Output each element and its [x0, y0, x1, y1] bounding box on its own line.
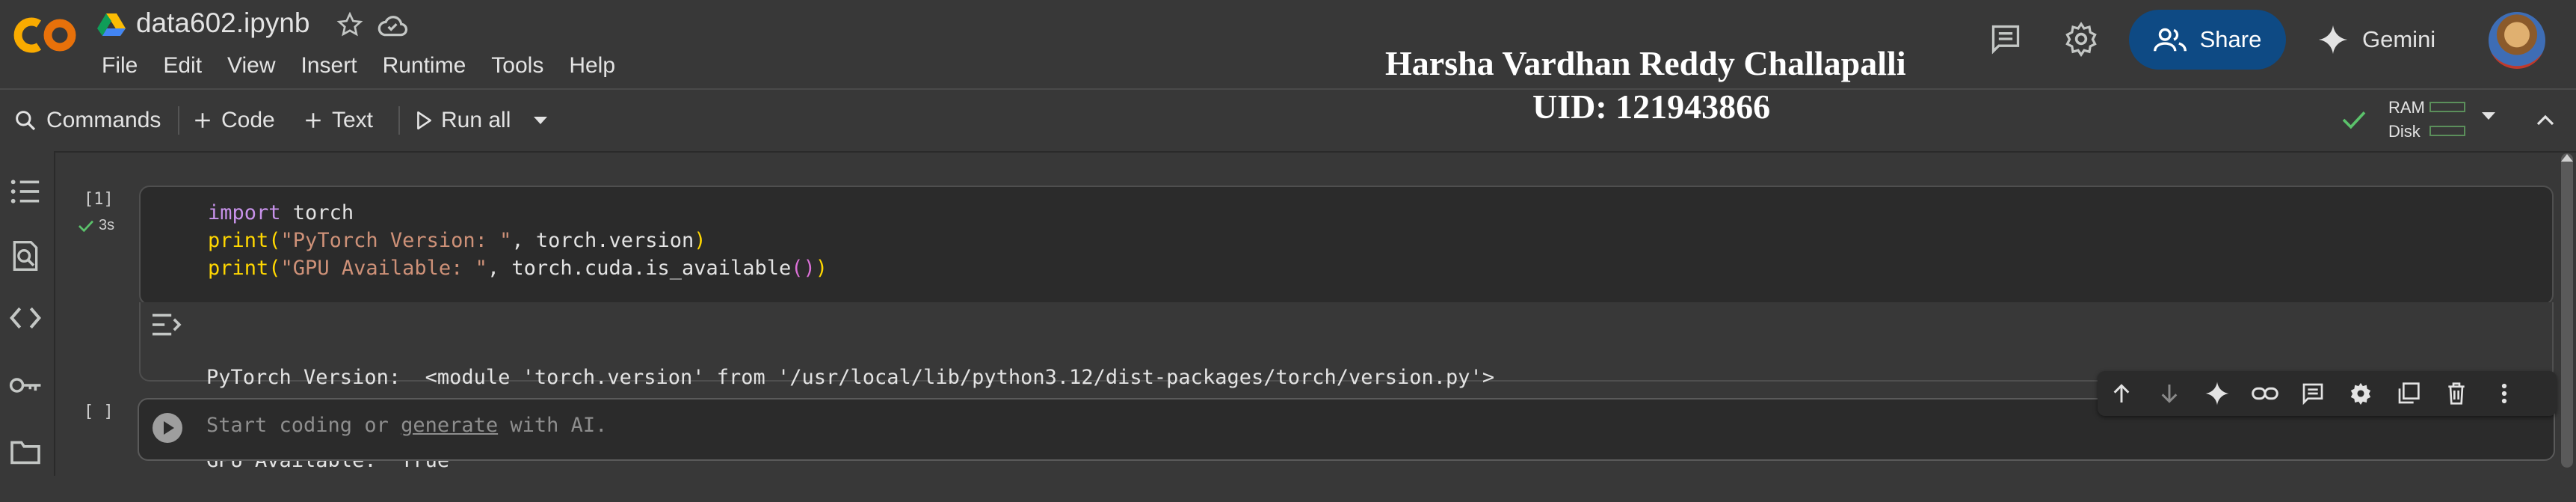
search-icon: [16, 111, 36, 131]
code-line-3: print("GPU Available: ", torch.cuda.is_a…: [208, 257, 828, 280]
collapse-header-icon[interactable]: [2534, 109, 2557, 132]
cell-execution-count: [ ]: [84, 402, 114, 421]
play-icon: [164, 421, 174, 435]
gemini-label: Gemini: [2362, 26, 2436, 52]
menu-help[interactable]: Help: [569, 52, 615, 79]
plus-icon: [195, 113, 210, 128]
move-down-icon[interactable]: [2145, 382, 2193, 405]
avatar[interactable]: [2489, 12, 2545, 69]
left-sidebar: [0, 151, 55, 476]
resource-labels[interactable]: RAM Disk: [2388, 96, 2425, 144]
cell-run-status: 3s: [78, 217, 114, 234]
text-label: Text: [332, 108, 374, 132]
delete-icon[interactable]: [2432, 382, 2480, 405]
comments-icon[interactable]: [1988, 22, 2023, 55]
notebook-title[interactable]: data602.ipynb: [136, 7, 309, 39]
scroll-up-icon[interactable]: [2560, 153, 2575, 163]
connected-check-icon[interactable]: [2341, 109, 2367, 130]
caret-down-icon: [534, 117, 547, 124]
code-line-2: print("PyTorch Version: ", torch.version…: [208, 229, 706, 252]
disk-label: Disk: [2388, 122, 2421, 141]
star-icon[interactable]: [336, 11, 363, 38]
mirror-cell-icon[interactable]: [2385, 382, 2432, 405]
play-icon: [417, 111, 431, 130]
run-cell-button[interactable]: [152, 413, 182, 443]
code-line-1: import torch: [208, 201, 354, 224]
overlay-student-name: Harsha Vardhan Reddy Challapalli: [1385, 44, 1906, 82]
overlay-student-uid: UID: 121943866: [1532, 88, 1771, 126]
placeholder-suffix: with AI.: [498, 414, 608, 437]
cell-execution-count: [1]: [84, 190, 114, 209]
check-icon: [78, 220, 93, 232]
cell-duration: 3s: [99, 217, 115, 233]
find-replace-icon[interactable]: [9, 239, 42, 272]
more-options-icon[interactable]: [2480, 382, 2528, 405]
output-line-1: PyTorch Version: <module 'torch.version'…: [206, 366, 1495, 389]
menu-view[interactable]: View: [227, 52, 275, 79]
notebook-toolbar: Commands Code Text Run all UID: 12194386…: [0, 88, 2576, 153]
run-all-dropdown[interactable]: [532, 90, 549, 151]
link-icon[interactable]: [2241, 384, 2289, 403]
ram-usage-bar: [2429, 102, 2465, 112]
toolbar-divider: [398, 106, 400, 135]
gemini-sparkle-icon[interactable]: [2193, 381, 2241, 406]
menu-file[interactable]: File: [102, 52, 138, 79]
cell-toolbar: [2098, 371, 2557, 416]
menu-edit[interactable]: Edit: [163, 52, 202, 79]
output-actions-icon[interactable]: [150, 311, 182, 338]
ram-label: RAM: [2388, 98, 2425, 117]
code-cell-editor[interactable]: import torch print("PyTorch Version: ", …: [139, 186, 2554, 305]
menu-runtime[interactable]: Runtime: [383, 52, 466, 79]
disk-usage-bar: [2429, 126, 2465, 136]
comment-icon[interactable]: [2289, 382, 2337, 405]
vertical-scrollbar[interactable]: [2561, 153, 2573, 468]
code-snippets-icon[interactable]: [9, 305, 42, 331]
generate-link[interactable]: generate: [401, 414, 498, 437]
toolbar-divider: [178, 106, 179, 135]
share-label: Share: [2199, 26, 2262, 52]
menu-bar: File Edit View Insert Runtime Tools Help: [102, 52, 641, 79]
run-all-button[interactable]: Run all: [416, 90, 511, 151]
plus-icon: [306, 113, 321, 128]
settings-gear-icon[interactable]: [2063, 21, 2099, 57]
resource-dropdown-icon[interactable]: [2480, 111, 2497, 121]
code-label: Code: [221, 108, 275, 132]
add-text-button[interactable]: Text: [303, 90, 373, 151]
files-folder-icon[interactable]: [9, 438, 42, 465]
add-code-button[interactable]: Code: [193, 90, 275, 151]
drive-icon[interactable]: [97, 12, 126, 37]
colab-logo[interactable]: [13, 16, 78, 54]
cloud-saved-icon[interactable]: [376, 12, 409, 39]
commands-button[interactable]: Commands: [13, 90, 161, 151]
commands-label: Commands: [46, 108, 161, 132]
placeholder-prefix: Start coding or: [206, 414, 401, 437]
header: data602.ipynb File Edit View Insert Runt…: [0, 0, 2576, 88]
move-up-icon[interactable]: [2098, 382, 2145, 405]
run-all-label: Run all: [441, 108, 511, 132]
table-of-contents-icon[interactable]: [9, 177, 42, 206]
people-icon: [2153, 28, 2187, 52]
cell-placeholder[interactable]: Start coding or generate with AI.: [206, 414, 607, 437]
menu-tools[interactable]: Tools: [491, 52, 543, 79]
share-button[interactable]: Share: [2129, 10, 2286, 70]
menu-insert[interactable]: Insert: [301, 52, 357, 79]
gemini-button[interactable]: Gemini: [2317, 10, 2435, 70]
settings-icon[interactable]: [2337, 381, 2385, 406]
secrets-key-icon[interactable]: [9, 374, 43, 397]
gemini-sparkle-icon: [2318, 25, 2348, 55]
